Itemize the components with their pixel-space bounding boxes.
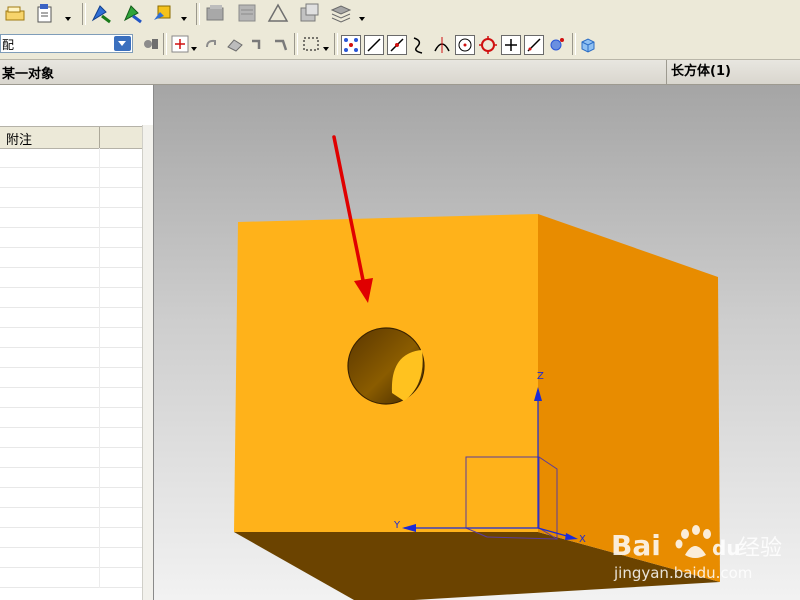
undo-select-icon[interactable]	[201, 33, 223, 55]
list-item[interactable]	[0, 468, 142, 488]
watermark-brand: Bai	[611, 529, 661, 562]
view-cube-icon[interactable]	[578, 35, 600, 57]
axis-label-z: Z	[537, 371, 544, 382]
toolbar-separator	[82, 3, 86, 25]
snap-arc-icon[interactable]	[547, 35, 569, 57]
box-side-face	[538, 214, 720, 582]
list-item[interactable]	[0, 448, 142, 468]
tool-blue-icon[interactable]	[90, 2, 112, 24]
tool-green-icon[interactable]	[121, 2, 143, 24]
snap-center-icon[interactable]	[455, 35, 475, 55]
toolbar-separator	[334, 33, 338, 55]
list-item[interactable]	[0, 168, 142, 188]
snap-tangent-icon[interactable]	[432, 35, 454, 57]
dropdown-arrow-icon[interactable]	[180, 8, 188, 22]
watermark: Bai du 经验 jingyan.baidu.com	[611, 525, 782, 582]
list-item[interactable]	[0, 428, 142, 448]
box-select-icon[interactable]	[300, 33, 322, 55]
list-item[interactable]	[0, 548, 142, 568]
list-item[interactable]	[0, 528, 142, 548]
tool-yellow-icon[interactable]	[152, 2, 174, 24]
watermark-url: jingyan.baidu.com	[613, 564, 752, 582]
dropdown-arrow-icon[interactable]	[322, 40, 330, 52]
column-header-notes[interactable]: 附注	[6, 129, 32, 148]
select-mode-icon[interactable]	[169, 33, 191, 55]
snap-curve-icon[interactable]	[409, 35, 431, 57]
list-item[interactable]	[0, 248, 142, 268]
list-item[interactable]	[0, 308, 142, 328]
navigator-scrollbar[interactable]	[142, 125, 153, 600]
type-filter-dropdown[interactable]: 配	[0, 34, 133, 53]
snap-diagonal-icon[interactable]	[524, 35, 544, 55]
list-item[interactable]	[0, 508, 142, 528]
grid-icon[interactable]	[298, 2, 320, 24]
column-divider[interactable]	[99, 127, 100, 148]
list-item[interactable]	[0, 188, 142, 208]
graphics-viewport[interactable]: Z Y X Bai du 经验 jingyan.baidu.com	[154, 85, 800, 600]
selection-prompt: 某一对象	[2, 67, 55, 82]
list-item[interactable]	[0, 368, 142, 388]
list-item[interactable]	[0, 148, 142, 168]
navigator-header: 附注	[0, 126, 142, 149]
axis-label-y: Y	[393, 520, 401, 531]
toolbar-separator	[294, 33, 298, 55]
chevron-down-icon[interactable]	[114, 36, 131, 51]
standard-toolbar	[0, 0, 800, 29]
chain-icon[interactable]	[247, 33, 269, 55]
list-item[interactable]	[0, 208, 142, 228]
axis-label-x: X	[579, 534, 586, 545]
selected-object-label: 长方体(1)	[666, 60, 731, 84]
list-item[interactable]	[0, 488, 142, 508]
part-navigator-panel: 附注	[0, 85, 154, 600]
layer-icon[interactable]	[204, 2, 226, 24]
watermark-cn: 经验	[738, 536, 782, 561]
dropdown-arrow-icon[interactable]	[190, 40, 198, 52]
hole-feature	[347, 327, 425, 405]
note-icon[interactable]	[4, 3, 26, 25]
snap-cross-icon[interactable]	[501, 35, 521, 55]
list-item[interactable]	[0, 568, 142, 588]
paste-icon[interactable]	[35, 2, 57, 24]
type-filter-value: 配	[2, 38, 15, 52]
watermark-brand-suffix: du	[712, 536, 741, 560]
navigator-rows	[0, 148, 142, 588]
snap-line-icon[interactable]	[364, 35, 384, 55]
triangle-icon[interactable]	[267, 2, 289, 24]
toolbar-separator	[196, 3, 200, 25]
stack-icon[interactable]	[330, 2, 352, 24]
dropdown-arrow-icon[interactable]	[358, 8, 366, 22]
chain-alt-icon[interactable]	[270, 33, 292, 55]
eraser-icon[interactable]	[224, 33, 246, 55]
toolbar-separator	[572, 33, 576, 55]
list-item[interactable]	[0, 408, 142, 428]
status-bar: 某一对象 长方体(1)	[0, 60, 800, 85]
toolbar-separator	[163, 33, 167, 55]
list-item[interactable]	[0, 348, 142, 368]
dropdown-arrow-icon[interactable]	[64, 8, 72, 22]
list-item[interactable]	[0, 288, 142, 308]
sheet-icon[interactable]	[236, 2, 258, 24]
list-item[interactable]	[0, 268, 142, 288]
snap-point-icon[interactable]	[341, 35, 361, 55]
filter-settings-icon[interactable]	[140, 33, 162, 55]
list-item[interactable]	[0, 388, 142, 408]
list-item[interactable]	[0, 328, 142, 348]
snap-circle-icon[interactable]	[478, 35, 500, 57]
snap-end-icon[interactable]	[387, 35, 407, 55]
list-item[interactable]	[0, 228, 142, 248]
